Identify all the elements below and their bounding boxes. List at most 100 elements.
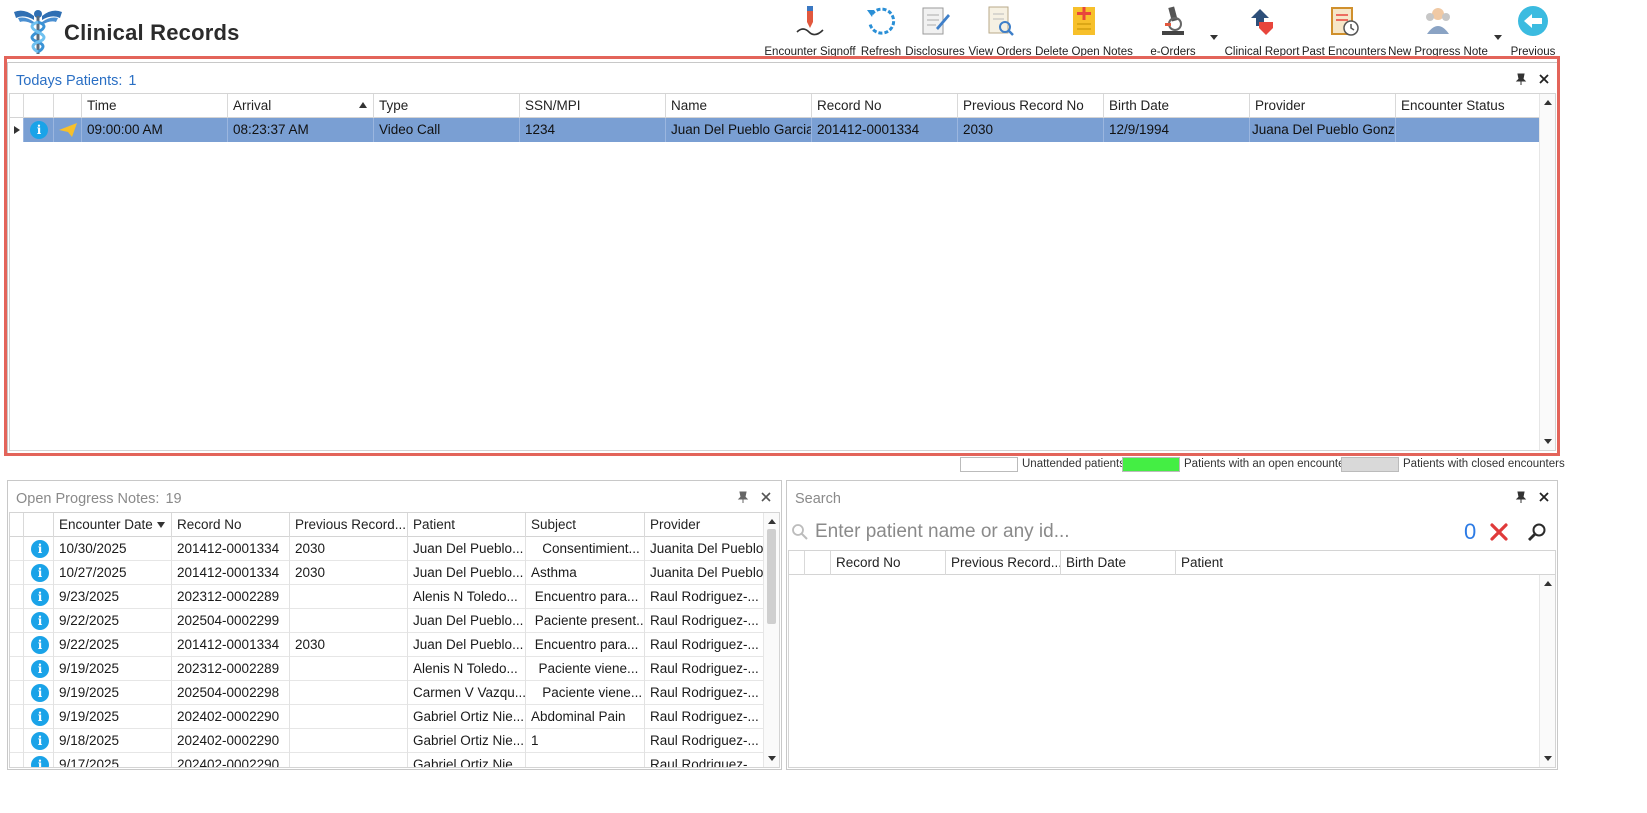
note-row[interactable]: i 9/22/2025 202504-0002299 Juan Del Pueblo.… [10,609,764,633]
search-results-scrollbar[interactable] [1539,575,1555,767]
scroll-down-icon[interactable] [1544,439,1552,444]
new-progress-note-button[interactable]: New Progress Note [1388,4,1488,60]
col-record-no[interactable]: Record No [172,513,290,537]
cell-record-no: 202312-0002289 [172,585,290,609]
close-icon[interactable] [758,489,774,505]
info-icon[interactable]: i [31,660,49,678]
col-previous-record[interactable]: Previous Record... [290,513,408,537]
close-icon[interactable] [1536,71,1552,87]
info-icon[interactable]: i [30,121,48,139]
note-row[interactable]: i 9/19/2025 202504-0002298 Carmen V Vazqu..… [10,681,764,705]
info-icon[interactable]: i [31,564,49,582]
col-provider[interactable]: Provider [1250,94,1396,118]
open-notes-scrollbar[interactable] [763,513,779,767]
col-type[interactable]: Type [374,94,520,118]
col-previous-record[interactable]: Previous Record... [946,551,1061,575]
view-orders-button[interactable]: View Orders [968,4,1032,60]
info-icon[interactable]: i [31,708,49,726]
info-icon[interactable]: i [31,540,49,558]
info-icon[interactable]: i [31,684,49,702]
grid-header: Record No Previous Record... Birth Date … [789,551,1555,575]
disclosures-button[interactable]: Disclosures [904,4,966,60]
col-name[interactable]: Name [666,94,812,118]
info-cell[interactable]: i [24,537,54,561]
col-time[interactable]: Time [82,94,228,118]
note-row[interactable]: i 9/19/2025 202402-0002290 Gabriel Ortiz Ni… [10,705,764,729]
col-record-no[interactable]: Record No [812,94,958,118]
encounter-signoff-button[interactable]: Encounter Signoff [764,4,856,60]
note-row[interactable]: i 9/23/2025 202312-0002289 Alenis N Toledo.… [10,585,764,609]
col-record-no[interactable]: Record No [831,551,946,575]
cell-encounter-date: 9/22/2025 [54,633,172,657]
info-cell[interactable]: i [24,561,54,585]
col-encounter-date[interactable]: Encounter Date [54,513,172,537]
scroll-thumb[interactable] [767,529,776,624]
info-cell[interactable]: i [24,585,54,609]
info-icon[interactable]: i [31,612,49,630]
info-cell[interactable]: i [24,753,54,767]
info-icon[interactable]: i [31,636,49,654]
cell-record-no: 202402-0002290 [172,753,290,767]
previous-button[interactable]: Previous [1508,4,1558,60]
note-row[interactable]: i 9/18/2025 202402-0002290 Gabriel Ortiz Ni… [10,729,764,753]
info-cell[interactable]: i [24,609,54,633]
cell-subject: Asthma [526,561,645,585]
scroll-up-icon[interactable] [1544,581,1552,586]
scroll-down-icon[interactable] [768,756,776,761]
note-row[interactable]: i 9/17/2025 202402-0002290 Gabriel Ortiz Ni… [10,753,764,767]
pin-icon[interactable] [735,489,751,505]
info-cell[interactable]: i [24,657,54,681]
info-cell[interactable]: i [24,118,54,142]
patient-row[interactable]: i 09:00:00 AM 08:23:37 AM Video Call 123… [10,118,1541,142]
col-previous-record-no[interactable]: Previous Record No [958,94,1104,118]
pin-icon[interactable] [1513,489,1529,505]
info-cell[interactable]: i [24,681,54,705]
cell-provider: Raul Rodriguez-... [645,609,764,633]
col-arrival[interactable]: Arrival [228,94,374,118]
col-birth-date[interactable]: Birth Date [1061,551,1176,575]
col-encounter-status[interactable]: Encounter Status [1396,94,1541,118]
e-orders-dropdown-icon[interactable] [1209,32,1219,42]
cell-record-no: 201412-0001334 [812,118,958,142]
info-icon[interactable]: i [31,588,49,606]
e-orders-button[interactable]: e-Orders [1145,4,1201,60]
clinical-report-button[interactable]: Clinical Report [1222,4,1302,60]
col-birth-date[interactable]: Birth Date [1104,94,1250,118]
row-indicator [10,753,24,767]
scroll-up-icon[interactable] [1544,100,1552,105]
info-icon[interactable]: i [31,732,49,750]
close-icon[interactable] [1536,489,1552,505]
info-cell[interactable]: i [24,729,54,753]
past-encounters-button[interactable]: Past Encounters [1302,4,1386,60]
current-row-arrow-icon [14,126,20,134]
pin-icon[interactable] [1513,71,1529,87]
note-row[interactable]: i 10/30/2025 201412-0001334 2030 Juan Del Pu… [10,537,764,561]
col-patient[interactable]: Patient [1176,551,1541,575]
scroll-up-icon[interactable] [768,519,776,524]
delete-open-notes-button[interactable]: Delete Open Notes [1034,4,1134,60]
clear-search-icon[interactable] [1489,522,1509,542]
info-icon[interactable]: i [31,756,49,767]
cell-provider: Raul Rodriguez-... [645,633,764,657]
sort-ascending-icon [359,102,367,108]
col-patient[interactable]: Patient [408,513,526,537]
note-row[interactable]: i 10/27/2025 201412-0001334 2030 Juan Del Pu… [10,561,764,585]
new-progress-note-dropdown-icon[interactable] [1493,32,1503,42]
scroll-down-icon[interactable] [1544,756,1552,761]
info-cell[interactable]: i [24,705,54,729]
col-provider[interactable]: Provider [645,513,764,537]
app-title: Clinical Records [64,20,240,45]
note-row[interactable]: i 9/19/2025 202312-0002289 Alenis N Toledo.… [10,657,764,681]
note-row[interactable]: i 9/22/2025 201412-0001334 2030 Juan Del Pue… [10,633,764,657]
todays-patients-scrollbar[interactable] [1539,94,1555,450]
cell-subject: Abdominal Pain [526,705,645,729]
row-indicator [10,585,24,609]
cell-patient: Gabriel Ortiz Nie... [408,729,526,753]
col-subject[interactable]: Subject [526,513,645,537]
col-ssn[interactable]: SSN/MPI [520,94,666,118]
info-cell[interactable]: i [24,633,54,657]
search-magnifier-icon[interactable] [1527,522,1547,542]
refresh-button[interactable]: Refresh [860,4,902,60]
patient-search-input[interactable] [815,517,1435,547]
toolbar: Encounter Signoff Refresh Disclosures Vi… [764,4,1647,60]
